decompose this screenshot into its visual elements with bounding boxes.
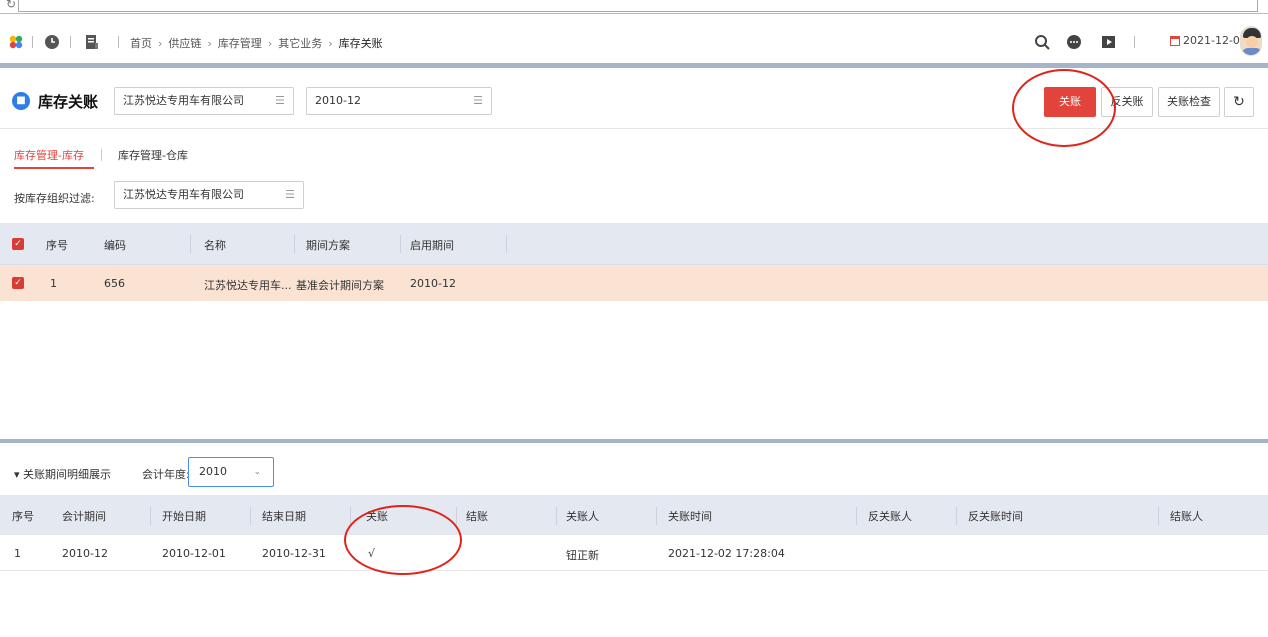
clock-icon[interactable] — [44, 34, 60, 50]
page-title-icon: ■ — [12, 92, 30, 110]
address-bar[interactable] — [18, 0, 1258, 12]
col-closed: 关账 — [366, 510, 388, 523]
org-table-header: ✓ 序号 编码 名称 期间方案 启用期间 — [0, 223, 1268, 265]
tab-inventory-warehouse[interactable]: 库存管理-仓库 — [118, 147, 188, 163]
col-name: 名称 — [204, 239, 226, 252]
reopen-books-button[interactable]: 反关账 — [1101, 87, 1153, 117]
col-code: 编码 — [104, 239, 126, 252]
row-start-period: 2010-12 — [410, 277, 456, 290]
row-seq: 1 — [14, 547, 21, 560]
browser-url-strip: ↻ — [0, 0, 1268, 14]
year-label: 会计年度: — [142, 468, 190, 481]
reload-icon[interactable]: ↻ — [6, 0, 16, 11]
period-table-header: 序号 会计期间 开始日期 结束日期 关账 结账 关账人 关账时间 反关账人 反关… — [0, 495, 1268, 535]
row-code: 656 — [104, 277, 125, 290]
breadcrumb-other[interactable]: 其它业务 — [278, 35, 322, 51]
select-all-checkbox[interactable]: ✓ — [12, 238, 24, 250]
row-seq: 1 — [50, 277, 57, 290]
chevron-down-icon: ⌄ — [253, 467, 261, 477]
fiscal-year-value: 2010 — [199, 465, 227, 478]
col-close-time: 关账时间 — [668, 510, 712, 523]
col-seq: 序号 — [12, 510, 34, 523]
panel-header: ■ 库存关账 江苏悦达专用车有限公司 ☰ 2010-12 ☰ 关账 反关账 关账… — [0, 69, 1268, 147]
table-row[interactable]: ✓ 1 656 江苏悦达专用车... 基准会计期间方案 2010-12 — [0, 265, 1268, 301]
col-settled: 结账 — [466, 510, 488, 523]
row-scheme: 基准会计期间方案 — [296, 279, 384, 292]
period-detail-panel: ▾ 关账期间明细展示 会计年度: 2010 ⌄ 序号 会计期间 开始日期 结束日… — [0, 447, 1268, 637]
list-icon[interactable]: ☰ — [285, 182, 295, 208]
row-period: 2010-12 — [62, 547, 108, 560]
table-row[interactable]: 1 2010-12 2010-12-01 2010-12-31 √ 钮正新 20… — [0, 535, 1268, 571]
col-scheme: 期间方案 — [306, 239, 350, 252]
page-title: 库存关账 — [38, 93, 99, 111]
org-filter-field[interactable]: 江苏悦达专用车有限公司 ☰ — [114, 181, 304, 209]
col-reopen-time: 反关账时间 — [968, 510, 1023, 523]
refresh-button[interactable]: ↻ — [1224, 87, 1254, 117]
date-badge: 2021-12-02 — [1170, 34, 1247, 47]
search-icon[interactable] — [1034, 34, 1050, 50]
fiscal-year-select[interactable]: 2010 ⌄ — [188, 457, 274, 487]
breadcrumb-supply-chain[interactable]: 供应链 — [168, 35, 201, 51]
refresh-icon: ↻ — [1233, 94, 1245, 110]
col-start-date: 开始日期 — [162, 510, 206, 523]
row-closer: 钮正新 — [566, 549, 599, 562]
current-date: 2021-12-02 — [1183, 34, 1247, 47]
breadcrumb: 首页 › 供应链 › 库存管理 › 其它业务 › 库存关账 — [130, 35, 383, 51]
period-field-value: 2010-12 — [315, 94, 361, 107]
video-icon[interactable] — [1101, 34, 1117, 50]
row-close-time: 2021-12-02 17:28:04 — [668, 547, 785, 560]
col-start-period: 启用期间 — [410, 239, 454, 252]
message-icon[interactable] — [1066, 34, 1082, 50]
company-field-value: 江苏悦达专用车有限公司 — [123, 94, 244, 107]
org-filter-value: 江苏悦达专用车有限公司 — [123, 188, 244, 201]
calendar-icon — [1170, 35, 1180, 46]
list-icon[interactable]: ☰ — [275, 88, 285, 114]
document-icon[interactable] — [84, 34, 100, 50]
app-menu-icon[interactable] — [8, 34, 24, 50]
row-end-date: 2010-12-31 — [262, 547, 326, 560]
closing-check-button[interactable]: 关账检查 — [1158, 87, 1220, 117]
col-seq: 序号 — [46, 239, 68, 252]
col-reopener: 反关账人 — [868, 510, 912, 523]
period-field[interactable]: 2010-12 ☰ — [306, 87, 492, 115]
closing-panel: ■ 库存关账 江苏悦达专用车有限公司 ☰ 2010-12 ☰ 关账 反关账 关账… — [0, 69, 1268, 443]
breadcrumb-inventory[interactable]: 库存管理 — [218, 35, 262, 51]
col-end-date: 结束日期 — [262, 510, 306, 523]
breadcrumb-current: 库存关账 — [338, 37, 383, 50]
company-field[interactable]: 江苏悦达专用车有限公司 ☰ — [114, 87, 294, 115]
row-name: 江苏悦达专用车... — [204, 279, 292, 292]
list-icon[interactable]: ☰ — [473, 88, 483, 114]
close-books-button[interactable]: 关账 — [1044, 87, 1096, 117]
app-topbar: 首页 › 供应链 › 库存管理 › 其它业务 › 库存关账 2021-12-02 — [0, 14, 1268, 68]
row-closed-flag: √ — [368, 547, 376, 560]
row-checkbox[interactable]: ✓ — [12, 277, 24, 289]
col-period: 会计期间 — [62, 510, 106, 523]
detail-toggle[interactable]: ▾ 关账期间明细展示 — [14, 466, 111, 482]
breadcrumb-home[interactable]: 首页 — [130, 35, 152, 51]
avatar[interactable] — [1240, 26, 1262, 56]
row-start-date: 2010-12-01 — [162, 547, 226, 560]
col-settler: 结账人 — [1170, 510, 1203, 523]
tab-inventory-stock[interactable]: 库存管理-库存 — [14, 147, 94, 169]
filter-label: 按库存组织过滤: — [14, 192, 95, 205]
tab-bar: 库存管理-库存 库存管理-仓库 — [0, 129, 1268, 173]
col-closer: 关账人 — [566, 510, 599, 523]
